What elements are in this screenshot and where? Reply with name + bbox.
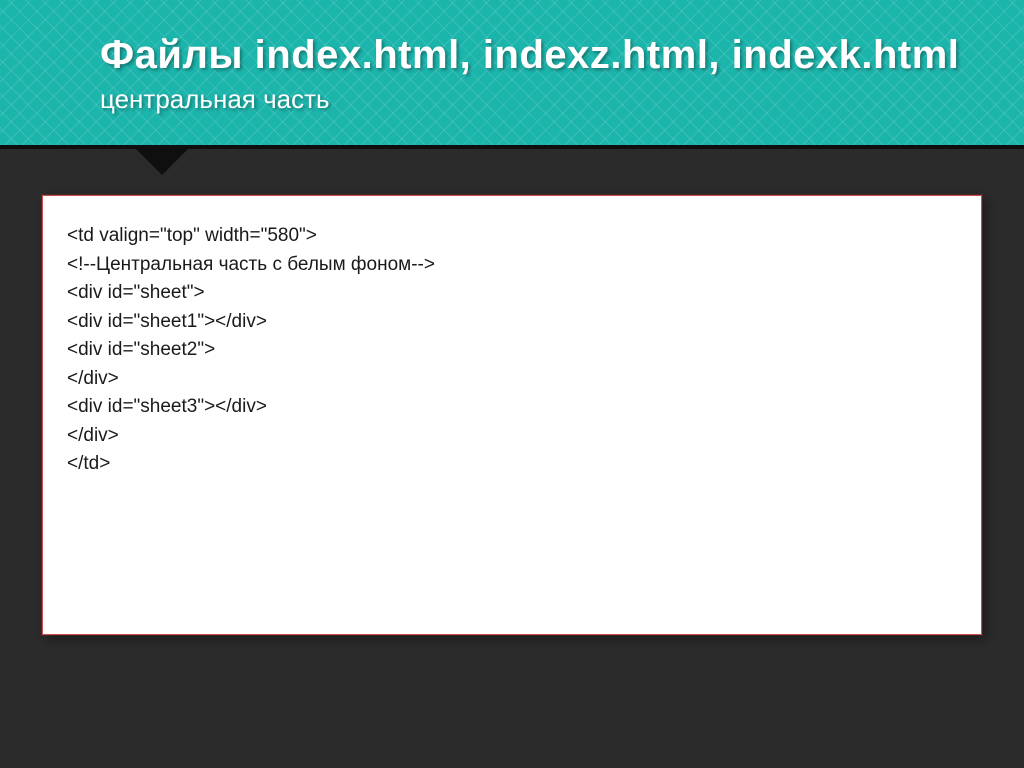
slide-subtitle: центральная часть bbox=[100, 84, 1024, 115]
code-line: <div id="sheet2"> bbox=[67, 336, 957, 365]
code-line: <div id="sheet1"></div> bbox=[67, 308, 957, 337]
code-line: <div id="sheet"> bbox=[67, 279, 957, 308]
code-line: <td valign="top" width="580"> bbox=[67, 222, 957, 251]
code-line: <div id="sheet3"></div> bbox=[67, 393, 957, 422]
code-line: </div> bbox=[67, 422, 957, 451]
slide-title: Файлы index.html, indexz.html, indexk.ht… bbox=[100, 32, 1024, 78]
code-line: </td> bbox=[67, 450, 957, 479]
slide-header: Файлы index.html, indexz.html, indexk.ht… bbox=[0, 0, 1024, 149]
content-area: <td valign="top" width="580"> <!--Центра… bbox=[0, 149, 1024, 635]
code-line: </div> bbox=[67, 365, 957, 394]
code-box: <td valign="top" width="580"> <!--Центра… bbox=[42, 195, 982, 635]
header-notch bbox=[132, 145, 192, 175]
code-line: <!--Центральная часть с белым фоном--> bbox=[67, 251, 957, 280]
